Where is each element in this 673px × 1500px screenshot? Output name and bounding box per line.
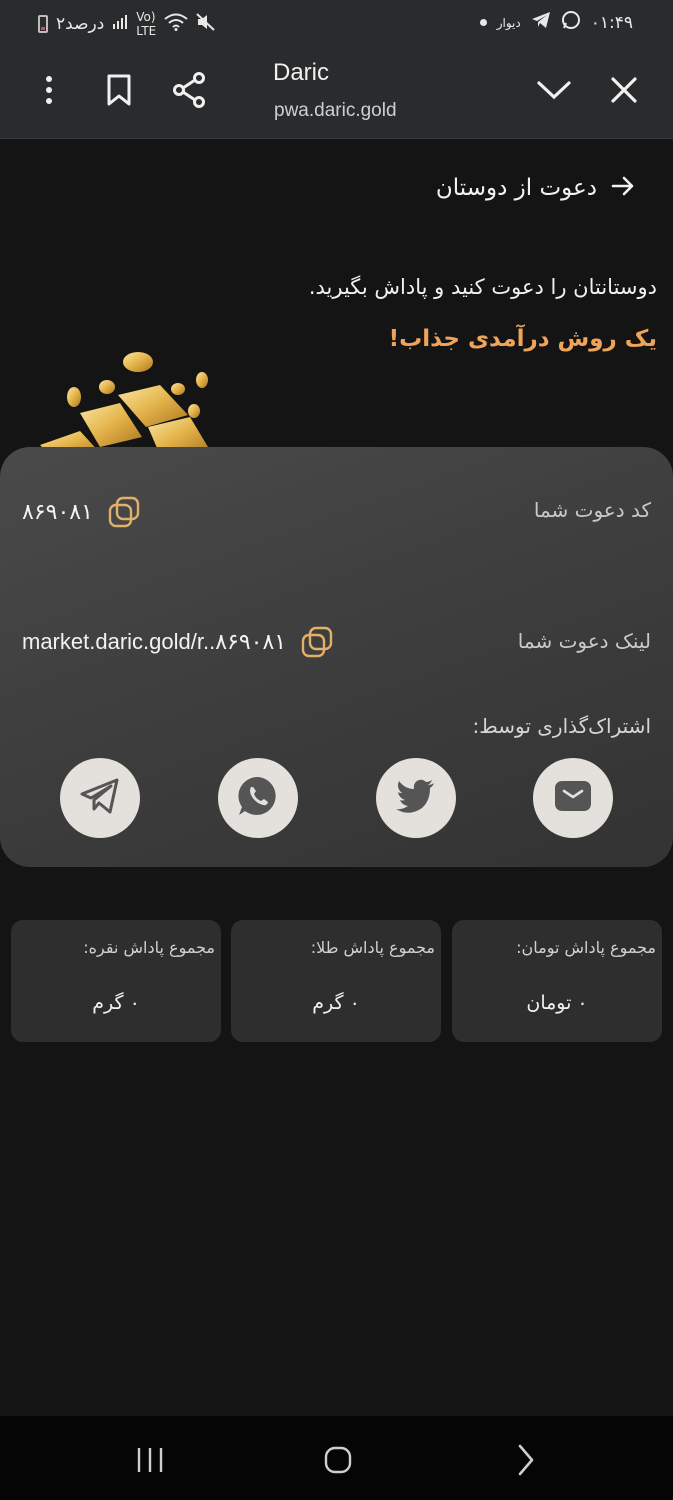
stat-value: ۰ گرم — [92, 992, 140, 1014]
invite-link-row: market.daric.gold/r..۸۶۹۰۸۱ — [22, 625, 334, 659]
invite-link-value: market.daric.gold/r..۸۶۹۰۸۱ — [22, 629, 287, 654]
stat-toman-reward: مجموع پاداش تومان: ۰ تومان — [452, 920, 662, 1042]
back-icon[interactable] — [502, 1440, 550, 1480]
status-bar: ۲درصد Vo) LTE دیوار ۰۱:۴۹ — [0, 0, 673, 44]
stat-value: ۰ تومان — [526, 992, 588, 1014]
intro-accent-text: یک روش درآمدی جذاب! — [388, 326, 657, 352]
recent-apps-icon[interactable] — [126, 1440, 174, 1480]
battery-icon — [38, 15, 48, 33]
volte-label: Vo) LTE — [136, 10, 157, 38]
status-right: دیوار ۰۱:۴۹ — [479, 10, 633, 35]
system-nav-bar — [0, 1416, 673, 1500]
page-header[interactable]: دعوت از دوستان — [403, 170, 635, 206]
wifi-icon — [164, 13, 188, 36]
share-whatsapp-button[interactable] — [218, 758, 298, 838]
mute-icon — [196, 12, 216, 36]
stat-value: ۰ گرم — [312, 992, 360, 1014]
invite-code-row: ۸۶۹۰۸۱ — [22, 495, 141, 529]
more-options-icon[interactable] — [27, 66, 71, 114]
stat-gold-reward: مجموع پاداش طلا: ۰ گرم — [231, 920, 441, 1042]
gold-bars-illustration — [40, 352, 208, 455]
invite-card: کد دعوت شما ۸۶۹۰۸۱ لینک دعوت شما market.… — [0, 447, 673, 867]
share-telegram-button[interactable] — [60, 758, 140, 838]
notification-dot-icon — [479, 19, 487, 26]
invite-link-label: لینک دعوت شما — [517, 629, 651, 653]
intro-text: دوستانتان را دعوت کنید و پاداش بگیرید. — [308, 275, 657, 299]
stat-label: مجموع پاداش تومان: — [516, 938, 656, 957]
invite-code-label: کد دعوت شما — [533, 498, 651, 522]
status-left: ۲درصد Vo) LTE — [38, 10, 216, 38]
home-icon[interactable] — [314, 1440, 362, 1480]
share-by-label: اشتراک‌گذاری توسط: — [472, 714, 651, 738]
close-icon[interactable] — [602, 66, 646, 114]
whatsapp-status-icon — [561, 10, 581, 35]
telegram-status-icon — [531, 11, 551, 34]
arrow-right-icon[interactable] — [611, 176, 635, 200]
app-label: دیوار — [496, 15, 521, 30]
whatsapp-icon — [236, 774, 280, 822]
page-title: دعوت از دوستان — [435, 175, 597, 201]
battery-text: ۲درصد — [56, 14, 105, 34]
share-icon[interactable] — [167, 66, 211, 114]
bookmark-icon[interactable] — [97, 66, 141, 114]
telegram-icon — [80, 778, 120, 818]
stat-label: مجموع پاداش نقره: — [83, 938, 215, 957]
browser-url[interactable]: pwa.daric.gold — [274, 100, 397, 122]
share-twitter-button[interactable] — [376, 758, 456, 838]
stat-silver-reward: مجموع پاداش نقره: ۰ گرم — [11, 920, 221, 1042]
stat-label: مجموع پاداش طلا: — [310, 938, 435, 957]
browser-toolbar: Daric pwa.daric.gold — [0, 44, 673, 139]
invite-code-value: ۸۶۹۰۸۱ — [22, 499, 93, 525]
copy-code-icon[interactable] — [107, 495, 141, 529]
copy-link-icon[interactable] — [300, 625, 334, 659]
twitter-icon — [396, 779, 436, 817]
signal-icon — [112, 14, 128, 35]
share-email-button[interactable] — [533, 758, 613, 838]
clock: ۰۱:۴۹ — [590, 12, 633, 33]
chevron-down-icon[interactable] — [532, 66, 576, 114]
email-icon — [554, 780, 592, 816]
browser-title: Daric — [273, 59, 330, 86]
